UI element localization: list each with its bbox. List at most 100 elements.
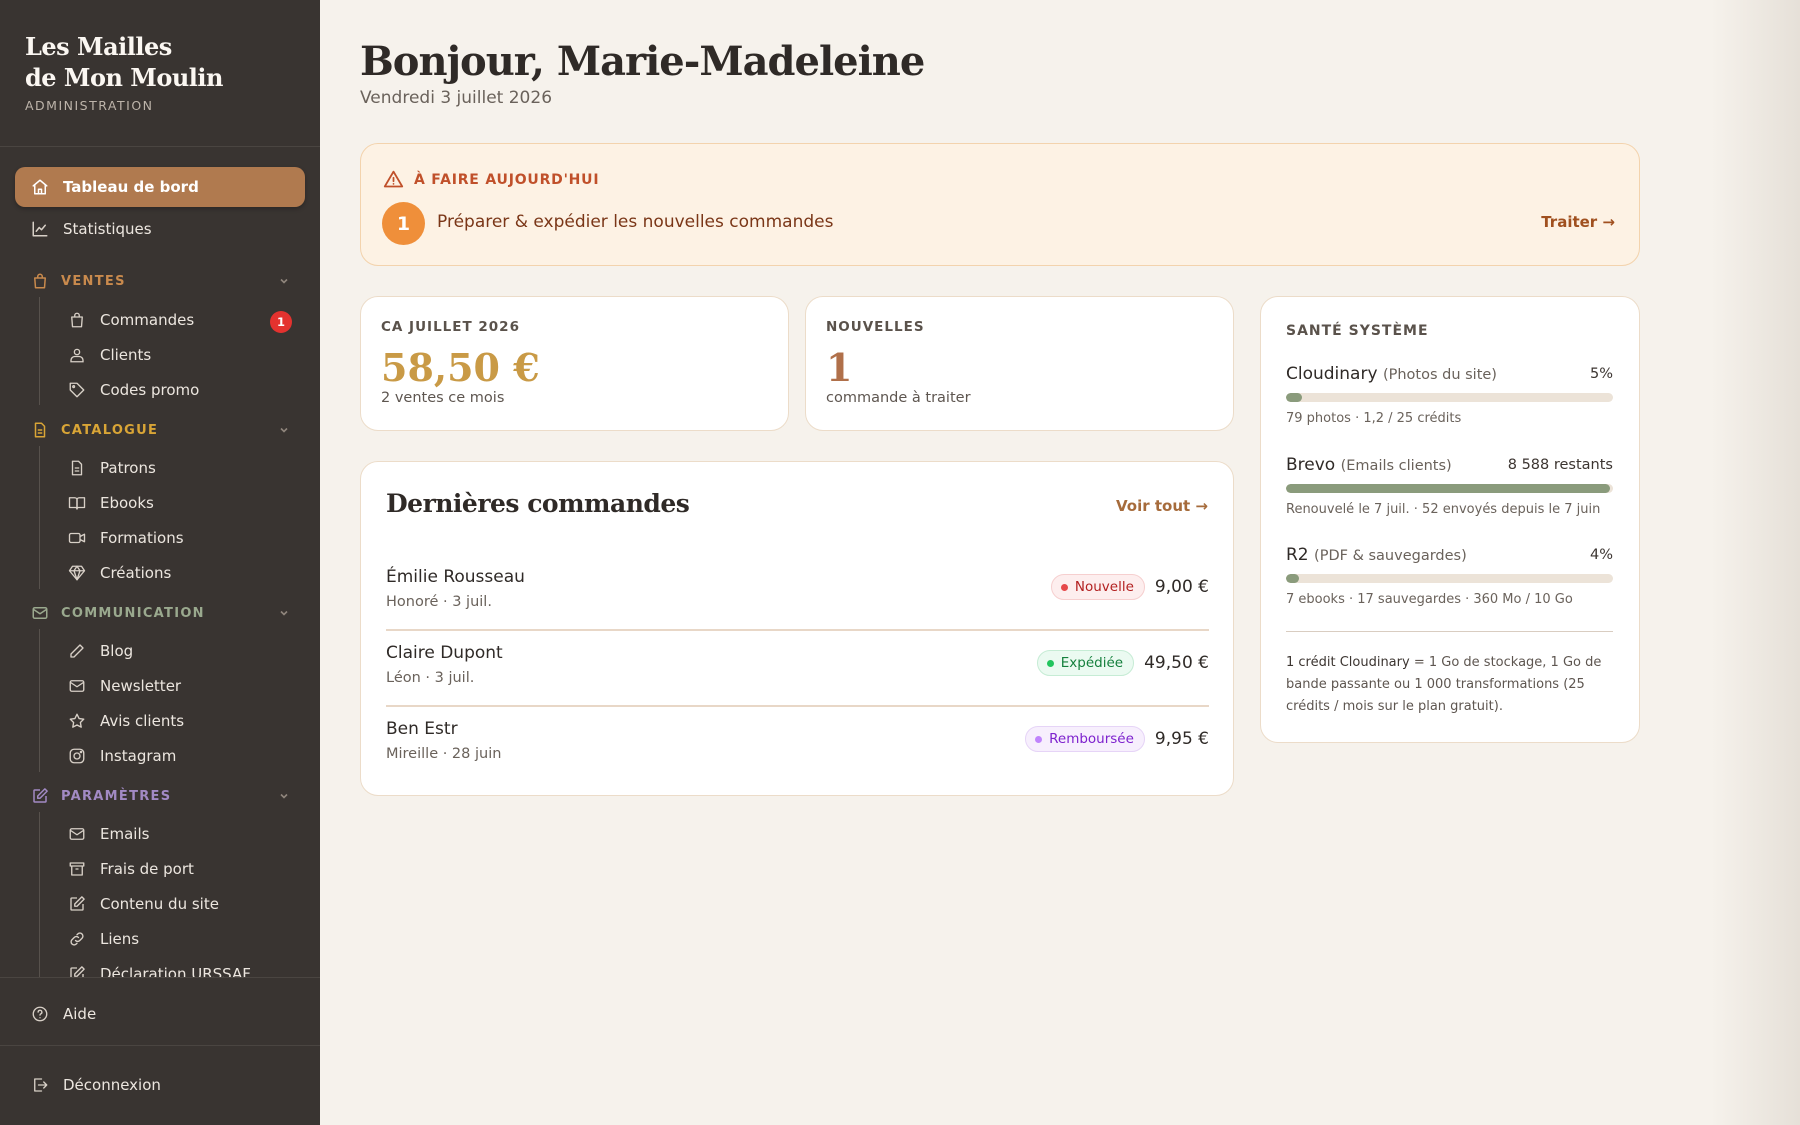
section-catalogue[interactable]: CATALOGUE: [15, 415, 305, 445]
section-divider: [39, 629, 40, 772]
sidebar-item-emails[interactable]: Emails: [68, 818, 298, 850]
status-dot: [1035, 735, 1043, 743]
status-label: Nouvelle: [1074, 579, 1134, 595]
usage-bar-fill: [1286, 574, 1300, 583]
sidebar-item-ebooks[interactable]: Ebooks: [68, 487, 298, 519]
sidebar-item-label: Frais de port: [100, 860, 194, 878]
section-parametres[interactable]: PARAMÈTRES: [15, 781, 305, 811]
sidebar-item-formations[interactable]: Formations: [68, 522, 298, 554]
section-label: VENTES: [61, 273, 126, 289]
status-badge: Nouvelle: [1050, 574, 1145, 600]
section-label: CATALOGUE: [61, 422, 159, 438]
recent-orders-title: Dernières commandes: [386, 489, 690, 518]
revenue-subtext: 2 ventes ce mois: [381, 390, 505, 406]
sidebar-item-aide[interactable]: Aide: [15, 994, 305, 1034]
chart-line-icon: [32, 221, 48, 237]
sidebar-item-blog[interactable]: Blog: [68, 635, 298, 667]
window-edge-shadow: [1710, 0, 1800, 1125]
sidebar-item-commandes[interactable]: Commandes 1: [68, 304, 298, 336]
sidebar-item-clients[interactable]: Clients: [68, 339, 298, 371]
system-health-title: SANTÉ SYSTÈME: [1286, 323, 1429, 339]
footer-divider: [0, 1045, 320, 1046]
todo-heading: À FAIRE AUJOURD'HUI: [383, 169, 599, 190]
sidebar-item-patrons[interactable]: Patrons: [68, 452, 298, 484]
current-date: Vendredi 3 juillet 2026: [360, 88, 553, 108]
help-icon: [32, 1006, 48, 1022]
order-amount: 49,50 €: [1144, 653, 1209, 673]
sidebar-item-label: Formations: [100, 529, 184, 547]
chevron-down-icon: [280, 610, 288, 616]
new-orders-value: 1: [826, 345, 853, 390]
sidebar-item-avis-clients[interactable]: Avis clients: [68, 705, 298, 737]
document-icon: [34, 422, 46, 438]
chevron-down-icon: [280, 278, 288, 284]
cloudinary-credit-note: 1 crédit Cloudinary = 1 Go de stockage, …: [1286, 652, 1618, 718]
sidebar-item-label: Tableau de bord: [63, 178, 199, 196]
service-name: Brevo: [1286, 455, 1336, 475]
sidebar-item-label: Patrons: [100, 459, 156, 477]
service-usage-value: 4%: [1589, 547, 1613, 563]
todo-count: 1: [382, 202, 425, 245]
brand: Les Mailles de Mon Moulin ADMINISTRATION: [0, 0, 320, 147]
main-content: Bonjour, Marie-Madeleine Vendredi 3 juil…: [320, 0, 1800, 1125]
status-dot: [1046, 659, 1054, 667]
view-all-orders-link[interactable]: Voir tout →: [1116, 497, 1208, 515]
table-row[interactable]: Ben Estr Mireille · 28 juin Remboursée 9…: [386, 707, 1209, 783]
sidebar-item-frais-de-port[interactable]: Frais de port: [68, 853, 298, 885]
usage-bar: [1286, 393, 1613, 402]
sidebar-item-liens[interactable]: Liens: [68, 923, 298, 955]
todo-heading-label: À FAIRE AUJOURD'HUI: [414, 171, 600, 188]
sidebar-item-stats[interactable]: Statistiques: [15, 209, 305, 249]
order-meta: Honoré · 3 juil.: [386, 594, 492, 610]
edit-icon: [70, 896, 85, 911]
table-row[interactable]: Émilie Rousseau Honoré · 3 juil. Nouvell…: [386, 555, 1209, 631]
brand-name-line1: Les Mailles: [25, 32, 172, 61]
sidebar-item-label: Ebooks: [100, 494, 154, 512]
order-meta: Léon · 3 juil.: [386, 670, 475, 686]
service-name: R2: [1286, 545, 1309, 565]
service-meta: 79 photos · 1,2 / 25 crédits: [1286, 411, 1462, 426]
sidebar-item-contenu-du-site[interactable]: Contenu du site: [68, 888, 298, 920]
new-orders-card[interactable]: NOUVELLES 1 commande à traiter: [805, 296, 1234, 431]
logout-button[interactable]: Déconnexion: [15, 1065, 305, 1105]
table-row[interactable]: Claire Dupont Léon · 3 juil. Expédiée 49…: [386, 631, 1209, 707]
sidebar-item-dashboard[interactable]: Tableau de bord: [15, 167, 305, 207]
sidebar-item-label: Commandes: [100, 311, 195, 329]
brand-subtitle: ADMINISTRATION: [25, 98, 154, 113]
sidebar-item-label: Créations: [100, 564, 172, 582]
order-customer: Émilie Rousseau: [386, 567, 525, 587]
section-label: PARAMÈTRES: [61, 788, 172, 804]
mail-icon: [69, 828, 85, 840]
process-orders-link[interactable]: Traiter →: [1541, 213, 1615, 231]
sidebar-item-creations[interactable]: Créations: [68, 557, 298, 589]
service-usage-value: 8 588 restants: [1507, 457, 1613, 473]
sidebar-item-newsletter[interactable]: Newsletter: [68, 670, 298, 702]
edit-icon: [33, 788, 48, 803]
usage-bar: [1286, 484, 1613, 493]
sidebar-item-codes-promo[interactable]: Codes promo: [68, 374, 298, 406]
sidebar-item-label: Instagram: [100, 747, 177, 765]
pencil-icon: [70, 644, 84, 658]
status-badge: Expédiée: [1036, 650, 1135, 676]
bag-icon: [34, 273, 46, 289]
section-ventes[interactable]: VENTES: [15, 266, 305, 296]
status-badge: Remboursée: [1025, 726, 1145, 752]
status-label: Expédiée: [1060, 655, 1124, 671]
sidebar-nav: Tableau de bord Statistiques VENTES Comm…: [0, 147, 320, 977]
warning-icon: [383, 170, 404, 188]
edit-icon: [70, 966, 85, 977]
status-label: Remboursée: [1049, 731, 1134, 747]
order-customer: Ben Estr: [386, 719, 458, 739]
sidebar-item-label: Déclaration URSSAF: [100, 965, 251, 977]
logout-icon: [34, 1078, 48, 1092]
section-communication[interactable]: COMMUNICATION: [15, 598, 305, 628]
sidebar-item-instagram[interactable]: Instagram: [68, 740, 298, 772]
service-meta: Renouvelé le 7 juil. · 52 envoyés depuis…: [1286, 502, 1601, 517]
order-meta: Mireille · 28 juin: [386, 746, 502, 762]
service-meta: 7 ebooks · 17 sauvegardes · 360 Mo / 10 …: [1286, 592, 1573, 607]
section-label: COMMUNICATION: [61, 605, 205, 621]
sidebar-footer: Aide Déconnexion: [0, 977, 320, 1094]
sidebar-item-urssaf[interactable]: Déclaration URSSAF: [68, 958, 298, 977]
sidebar-item-label: Emails: [100, 825, 150, 843]
new-orders-label: NOUVELLES: [826, 319, 925, 335]
